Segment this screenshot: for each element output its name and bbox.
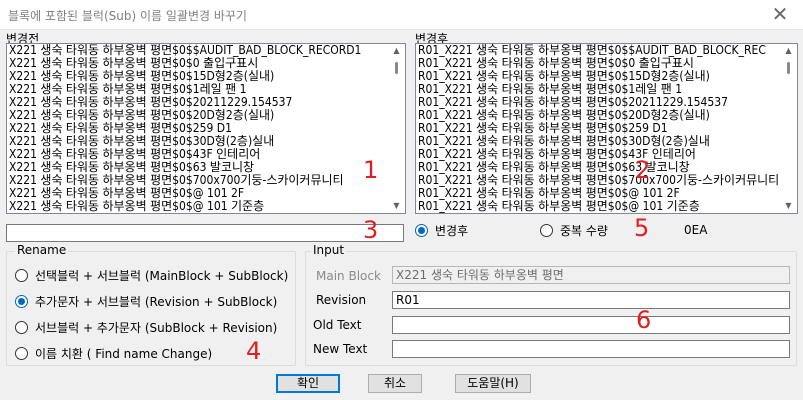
rename-option-find-change[interactable]: 이름 치환 ( Find name Change) <box>15 345 212 362</box>
rename-option-main-sub[interactable]: 선택블럭 + 서브블럭 (MainBlock + SubBlock) <box>15 267 288 284</box>
count-value: 0EA <box>684 223 708 237</box>
list-item[interactable]: X221 생숙 타워동 하부옹벽 평면$0$30D형(2층)실내 <box>7 135 274 148</box>
list-item[interactable]: R01_X221 생숙 타워동 하부옹벽 평면$0$20D형2층(실내) <box>416 109 710 122</box>
radio-checked-icon[interactable] <box>415 224 428 237</box>
list-item[interactable]: X221 생숙 타워동 하부옹벽 평면$0$@ 101 옥탑1층 <box>7 213 271 214</box>
annotation-5: 5 <box>634 214 650 242</box>
annotation-1: 1 <box>363 156 379 184</box>
old-text-field[interactable] <box>392 316 790 334</box>
list-item[interactable]: X221 생숙 타워동 하부옹벽 평면$0$@ 101 2F <box>7 187 244 200</box>
annotation-3: 3 <box>363 216 379 244</box>
help-button[interactable]: 도움말(H) <box>455 374 531 393</box>
radio-view-after[interactable]: 변경후 <box>415 222 468 239</box>
title-bar: 블록에 포함된 블럭(Sub) 이름 일괄변경 바꾸기 ✕ <box>0 0 803 30</box>
list-item[interactable]: X221 생숙 타워동 하부옹벽 평면$0$700x700기둥-스카이커뮤니티 <box>7 174 344 187</box>
list-item[interactable]: R01_X221 생숙 타워동 하부옹벽 평면$0$259 D1 <box>416 122 668 135</box>
radio-checked-icon[interactable] <box>15 295 28 308</box>
rename-group-title: Rename <box>15 243 69 257</box>
list-item[interactable]: X221 생숙 타워동 하부옹벽 평면$0$43F 인테리어 <box>7 148 260 161</box>
radio-unchecked-icon[interactable] <box>15 321 28 334</box>
list-item[interactable]: X221 생숙 타워동 하부옹벽 평면$0$259 D1 <box>7 122 232 135</box>
after-vertical-scrollbar[interactable]: ▲ ▼ <box>780 44 797 213</box>
list-item[interactable]: X221 생숙 타워동 하부옹벽 평면$0$$AUDIT_BAD_BLOCK_R… <box>7 44 361 57</box>
radio-view-after-label: 변경후 <box>435 224 469 238</box>
after-listbox[interactable]: R01_X221 생숙 타워동 하부옹벽 평면$0$$AUDIT_BAD_BLO… <box>415 43 798 214</box>
list-item[interactable]: R01_X221 생숙 타워동 하부옹벽 평면$0$700x700기둥-스카이커… <box>416 174 779 187</box>
close-button[interactable]: ✕ <box>757 0 803 30</box>
list-item[interactable]: R01_X221 생숙 타워동 하부옹벽 평면$0$20211229.15453… <box>416 96 728 109</box>
before-vertical-scrollbar[interactable]: ▲ ▼ <box>388 44 405 213</box>
main-block-label: Main Block <box>316 269 381 283</box>
list-item[interactable]: R01_X221 생숙 타워동 하부옹벽 평면$0$30D형(2층)실내 <box>416 135 710 148</box>
after-list-items: R01_X221 생숙 타워동 하부옹벽 평면$0$$AUDIT_BAD_BLO… <box>416 44 797 214</box>
scroll-up-arrow-icon[interactable]: ▲ <box>780 44 797 58</box>
list-item[interactable]: R01_X221 생숙 타워동 하부옹벽 평면$0$@ 101 옥탑1층 <box>416 213 707 214</box>
list-item[interactable]: R01_X221 생숙 타워동 하부옹벽 평면$0$43F 인테리어 <box>416 148 696 161</box>
before-list-items: X221 생숙 타워동 하부옹벽 평면$0$$AUDIT_BAD_BLOCK_R… <box>7 44 405 214</box>
filter-input[interactable] <box>6 224 404 242</box>
list-item[interactable]: X221 생숙 타워동 하부옹벽 평면$0$0 출입구표시 <box>7 57 258 70</box>
window-title: 블록에 포함된 블럭(Sub) 이름 일괄변경 바꾸기 <box>8 9 247 23</box>
rename-option-label: 이름 치환 ( Find name Change) <box>35 347 213 361</box>
annotation-6: 6 <box>636 306 652 334</box>
input-group-title: Input <box>311 243 347 257</box>
scroll-down-arrow-icon[interactable]: ▼ <box>388 199 405 213</box>
radio-unchecked-icon[interactable] <box>15 269 28 282</box>
rename-option-sub-revision[interactable]: 서브블럭 + 추가문자 (SubBlock + Revision) <box>15 319 277 336</box>
new-text-field[interactable] <box>392 340 790 358</box>
list-item[interactable]: R01_X221 생숙 타워동 하부옹벽 평면$0$$AUDIT_BAD_BLO… <box>416 44 766 57</box>
list-item[interactable]: R01_X221 생숙 타워동 하부옹벽 평면$0$1레일 팬 1 <box>416 83 682 96</box>
rename-option-label: 선택블럭 + 서브블럭 (MainBlock + SubBlock) <box>35 269 289 283</box>
radio-unchecked-icon[interactable] <box>540 224 553 237</box>
list-item[interactable]: X221 생숙 타워동 하부옹벽 평면$0$20D형2층(실내) <box>7 109 274 122</box>
new-text-label: New Text <box>313 342 368 356</box>
list-item[interactable]: X221 생숙 타워동 하부옹벽 평면$0$63 발코니창 <box>7 161 254 174</box>
close-icon: ✕ <box>771 2 789 26</box>
list-item[interactable]: R01_X221 생숙 타워동 하부옹벽 평면$0$0 출입구표시 <box>416 57 694 70</box>
radio-unchecked-icon[interactable] <box>15 347 28 360</box>
annotation-4: 4 <box>246 337 262 365</box>
radio-duplicate-count-label: 중복 수량 <box>560 224 608 238</box>
radio-duplicate-count[interactable]: 중복 수량 <box>540 222 608 239</box>
list-item[interactable]: X221 생숙 타워동 하부옹벽 평면$0$20211229.154537 <box>7 96 292 109</box>
scroll-down-arrow-icon[interactable]: ▼ <box>780 199 797 213</box>
main-block-field: X221 생숙 타워동 하부옹벽 평면 <box>392 266 790 284</box>
scroll-up-arrow-icon[interactable]: ▲ <box>388 44 405 58</box>
annotation-2: 2 <box>635 156 651 184</box>
ok-button[interactable]: 확인 <box>276 374 340 393</box>
list-item[interactable]: R01_X221 생숙 타워동 하부옹벽 평면$0$@ 101 2F <box>416 187 680 200</box>
rename-option-revision-sub[interactable]: 추가문자 + 서브블럭 (Revision + SubBlock) <box>15 293 277 310</box>
list-item[interactable]: X221 생숙 타워동 하부옹벽 평면$0$@ 101 기준층 <box>7 200 264 213</box>
rename-option-label: 서브블럭 + 추가문자 (SubBlock + Revision) <box>35 321 278 335</box>
revision-field[interactable]: R01 <box>392 291 790 309</box>
revision-label: Revision <box>316 293 367 307</box>
scroll-thumb[interactable] <box>787 62 790 74</box>
list-item[interactable]: X221 생숙 타워동 하부옹벽 평면$0$1레일 팬 1 <box>7 83 246 96</box>
scroll-thumb[interactable] <box>395 62 398 74</box>
list-item[interactable]: X221 생숙 타워동 하부옹벽 평면$0$15D형2층(실내) <box>7 70 274 83</box>
list-item[interactable]: R01_X221 생숙 타워동 하부옹벽 평면$0$15D형2층(실내) <box>416 70 710 83</box>
cancel-button[interactable]: 취소 <box>368 374 422 393</box>
list-item[interactable]: R01_X221 생숙 타워동 하부옹벽 평면$0$@ 101 기준층 <box>416 200 700 213</box>
old-text-label: Old Text <box>313 318 362 332</box>
rename-option-label: 추가문자 + 서브블럭 (Revision + SubBlock) <box>35 295 278 309</box>
before-listbox[interactable]: X221 생숙 타워동 하부옹벽 평면$0$$AUDIT_BAD_BLOCK_R… <box>6 43 406 214</box>
